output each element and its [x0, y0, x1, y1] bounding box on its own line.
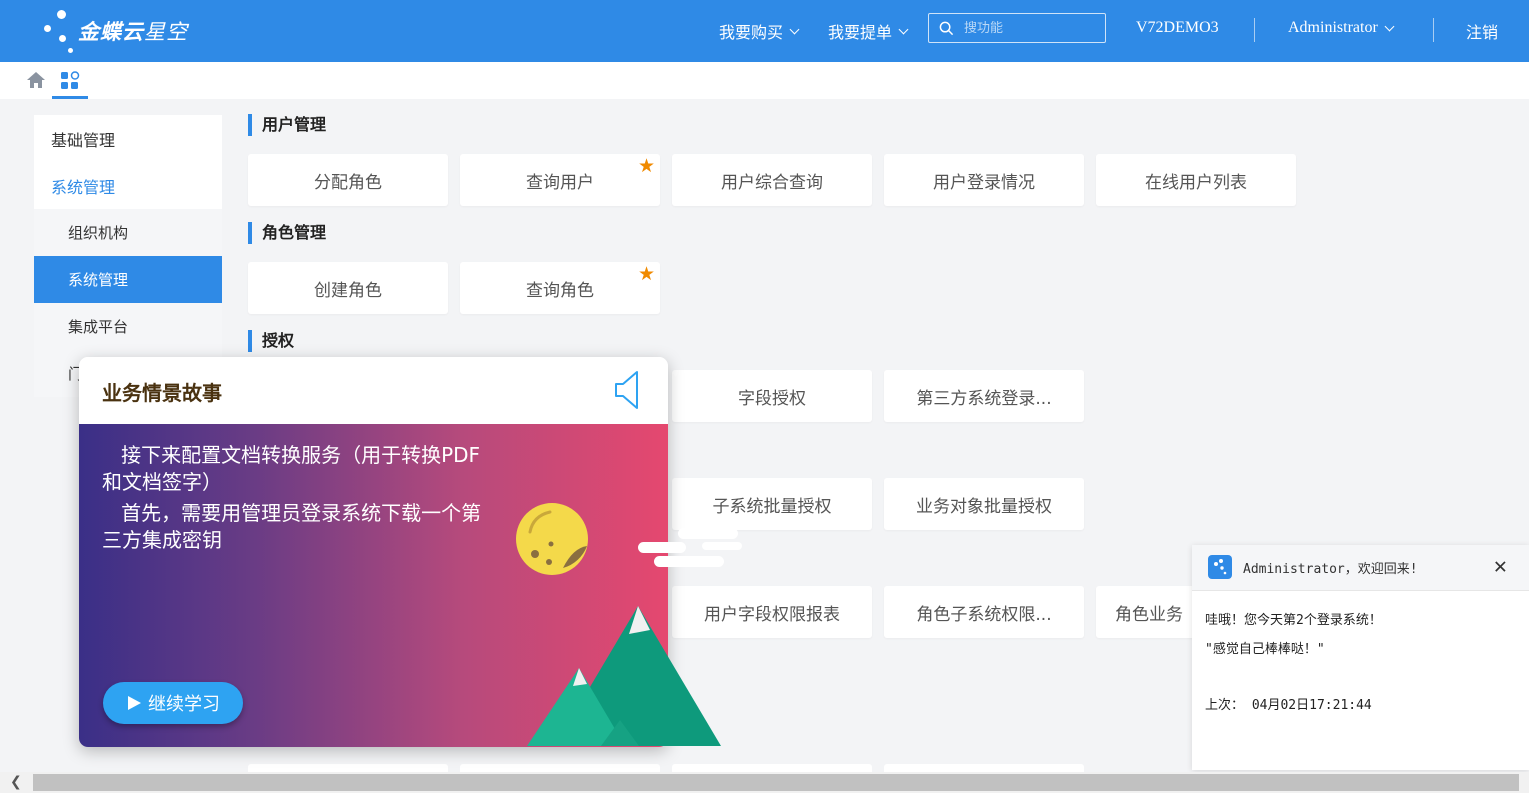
top-bar: 金蝶云星空 我要购买 我要提单 V72DEMO3 Administrator 注…: [0, 0, 1529, 62]
card-label: 子系统批量授权: [712, 496, 832, 517]
menu-group-basic[interactable]: 基础管理: [34, 115, 222, 162]
scrollbar-thumb[interactable]: [33, 774, 1519, 791]
nav-ticket-menu[interactable]: 我要提单: [828, 19, 909, 43]
moon-icon: [516, 503, 588, 575]
toast-last-login: 上次： 04月02日17:21:44: [1205, 698, 1372, 713]
menu-item-system-management[interactable]: 系统管理: [34, 256, 222, 303]
chevron-down-icon: [789, 24, 800, 34]
logo-dots-icon: [40, 8, 76, 54]
card-label: 用户综合查询: [721, 172, 823, 193]
card-user-composite-query[interactable]: 用户综合查询: [672, 154, 872, 206]
user-menu[interactable]: Administrator: [1288, 19, 1395, 37]
card-label: 查询用户: [526, 172, 594, 193]
card-user-login-status[interactable]: 用户登录情况: [884, 154, 1084, 206]
card-label: 在线用户列表: [1145, 172, 1247, 193]
active-tab-indicator: [52, 96, 88, 99]
welcome-toast: Administrator，欢迎回来! ✕ 哇哦！您今天第2个登录系统！ "感觉…: [1192, 545, 1529, 770]
card-create-role[interactable]: 创建角色: [248, 262, 448, 314]
horizontal-scrollbar[interactable]: ❮: [0, 772, 1529, 793]
card-assign-role[interactable]: 分配角色: [248, 154, 448, 206]
card-label: 创建角色: [314, 280, 382, 301]
star-icon[interactable]: ★: [638, 157, 655, 176]
card-third-party-login[interactable]: 第三方系统登录...: [884, 370, 1084, 422]
chevron-down-icon: [898, 24, 909, 34]
datacenter-text: V72DEMO3: [1136, 19, 1219, 36]
nav-ticket-label: 我要提单: [828, 23, 893, 42]
card-label: 用户登录情况: [933, 172, 1035, 193]
card-business-object-batch-auth[interactable]: 业务对象批量授权: [884, 478, 1084, 530]
continue-learning-label: 继续学习: [148, 694, 220, 715]
story-header: 业务情景故事: [79, 357, 668, 424]
card-label: 业务对象批量授权: [916, 496, 1052, 517]
menu-label: 系统管理: [51, 177, 116, 197]
toast-message: 哇哦！您今天第2个登录系统！: [1205, 613, 1382, 628]
kingdee-logo[interactable]: 金蝶云星空: [40, 8, 188, 54]
divider: [1254, 18, 1255, 42]
card-partial[interactable]: [248, 764, 448, 772]
logout-label: 注销: [1466, 23, 1499, 42]
menu-label: 集成平台: [68, 318, 129, 336]
section-title-user-management: 用户管理: [248, 114, 326, 136]
card-role-subsystem-permission[interactable]: 角色子系统权限...: [884, 586, 1084, 638]
menu-group-system[interactable]: 系统管理: [34, 162, 222, 209]
card-label: 字段授权: [738, 388, 806, 409]
menu-label: 系统管理: [68, 271, 129, 289]
card-label: 角色子系统权限...: [916, 604, 1052, 625]
clouds-decoration: [638, 528, 742, 567]
card-label: 分配角色: [314, 172, 382, 193]
chevron-down-icon: [1384, 21, 1395, 31]
section-title-authorization: 授权: [248, 330, 294, 352]
story-title: 业务情景故事: [102, 381, 222, 405]
menu-item-org[interactable]: 组织机构: [34, 209, 222, 256]
star-icon[interactable]: ★: [638, 265, 655, 284]
kingdee-logo-icon: [1208, 555, 1232, 579]
story-line-2: 首先，需要用管理员登录系统下载一个第三方集成密钥: [102, 501, 482, 552]
card-online-users[interactable]: 在线用户列表: [1096, 154, 1296, 206]
tab-bar: [0, 62, 1529, 99]
datacenter-label[interactable]: V72DEMO3: [1136, 19, 1219, 37]
card-partial[interactable]: [460, 764, 660, 772]
speaker-icon[interactable]: [613, 369, 643, 411]
user-name: Administrator: [1288, 19, 1378, 36]
card-field-authorization[interactable]: 字段授权: [672, 370, 872, 422]
logo-text: 金蝶云星空: [78, 20, 188, 44]
divider: [1433, 18, 1434, 42]
mountains-decoration: [527, 606, 721, 746]
play-icon: [128, 696, 141, 710]
card-label: 第三方系统登录...: [916, 388, 1052, 409]
toast-quote: "感觉自己棒棒哒！": [1205, 642, 1325, 657]
toast-header: Administrator，欢迎回来! ✕: [1192, 545, 1529, 591]
card-query-role[interactable]: 查询角色 ★: [460, 262, 660, 314]
continue-learning-button[interactable]: 继续学习: [103, 682, 243, 724]
menu-label: 基础管理: [51, 130, 116, 150]
search-box[interactable]: [928, 13, 1106, 43]
card-query-user[interactable]: 查询用户 ★: [460, 154, 660, 206]
search-icon: [939, 21, 954, 35]
toast-title: Administrator，欢迎回来!: [1243, 562, 1418, 577]
card-partial[interactable]: [884, 764, 1084, 772]
story-text: 接下来配置文档转换服务（用于转换PDF和文档签字） 首先，需要用管理员登录系统下…: [102, 442, 497, 558]
scroll-left-icon[interactable]: ❮: [10, 774, 22, 790]
menu-item-integration[interactable]: 集成平台: [34, 303, 222, 350]
menu-label: 组织机构: [68, 224, 129, 242]
search-input[interactable]: [964, 20, 1094, 36]
card-partial[interactable]: [672, 764, 872, 772]
left-menu: 基础管理 系统管理 组织机构 系统管理 集成平台 门: [34, 115, 222, 397]
story-line-1: 接下来配置文档转换服务（用于转换PDF和文档签字）: [102, 443, 481, 494]
card-label: 角色业务: [1115, 604, 1183, 625]
card-label: 查询角色: [526, 280, 594, 301]
apps-icon[interactable]: [60, 71, 80, 91]
close-icon[interactable]: ✕: [1494, 554, 1507, 579]
nav-buy-menu[interactable]: 我要购买: [719, 19, 800, 43]
section-title-role-management: 角色管理: [248, 222, 326, 244]
logout-link[interactable]: 注销: [1466, 19, 1498, 43]
nav-buy-label: 我要购买: [719, 23, 784, 42]
home-icon[interactable]: [26, 71, 46, 89]
